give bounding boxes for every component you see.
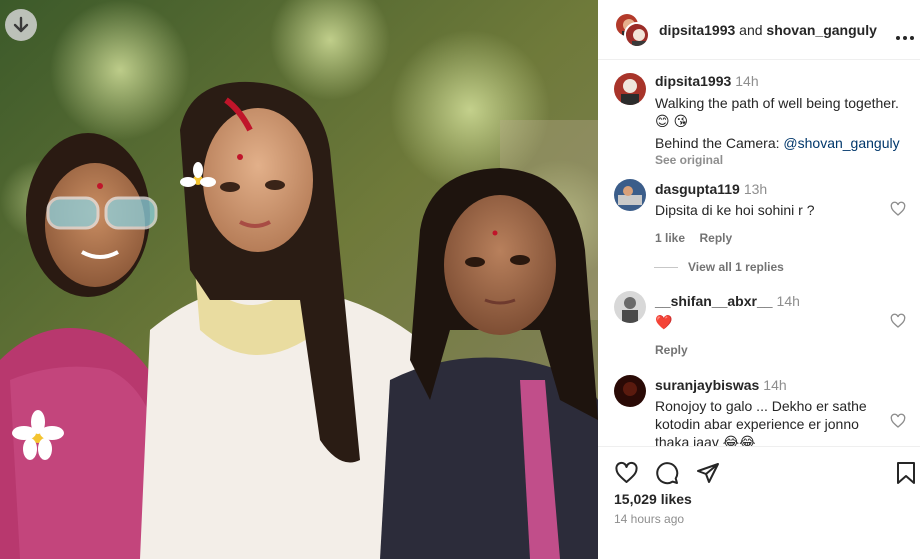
likes-count[interactable]: 15,029 likes [614,491,692,507]
post-side-panel: dipsita1993 and shovan_ganguly dipsita19… [598,0,920,559]
heart-outline-icon[interactable] [890,413,906,429]
comment-time: 13h [743,181,768,197]
comment-time: 14h [763,377,787,393]
caption-text: Walking the path of well being together. [655,95,899,111]
see-original-link[interactable]: See original [655,153,913,167]
reply-button[interactable]: Reply [655,343,688,357]
comment-text: Dipsita di ke hoi sohini r ? [655,202,815,218]
comment-username[interactable]: dasgupta119 [655,181,740,197]
comment-avatar[interactable] [614,291,646,323]
comment-username[interactable]: suranjaybiswas [655,377,759,393]
comment-text-line2: kotodin abar experience er jonno [655,416,859,432]
comment-avatar[interactable] [614,375,646,407]
heart-icon[interactable] [614,461,639,485]
post-photo[interactable] [0,0,598,559]
more-options-button[interactable] [896,28,914,46]
comment-text-line1: Ronojoy to galo ... Dekho er sathe [655,398,867,414]
coauthor-avatar[interactable] [624,22,650,48]
caption-emoji: 😊 😘 [655,113,689,129]
post-authors: dipsita1993 and shovan_ganguly [659,22,877,38]
comment-text-line3: thaka jaav 😂😂 [655,434,756,446]
comment-username[interactable]: __shifan__abxr__ [655,293,773,309]
caption-camera-label: Behind the Camera: [655,135,784,151]
comments-thread[interactable]: dipsita1993 14h Walking the path of well … [598,60,920,446]
comment-likes[interactable]: 1 like [655,231,685,245]
comment-time: 14h [776,293,800,309]
author-username[interactable]: dipsita1993 [659,22,735,38]
reply-button[interactable]: Reply [699,231,732,245]
comment-text: ❤️ [655,314,673,330]
download-button[interactable] [5,9,37,41]
photo-illustration [0,0,598,559]
caption-username[interactable]: dipsita1993 [655,73,731,89]
comment-icon[interactable] [655,461,679,485]
caption-avatar[interactable] [614,73,646,105]
bookmark-icon[interactable] [896,461,916,485]
caption-time: 14h [735,73,759,89]
coauthor-username[interactable]: shovan_ganguly [766,22,876,38]
send-icon[interactable] [696,461,720,485]
caption-mention[interactable]: @shovan_ganguly [783,135,899,151]
post-timestamp: 14 hours ago [614,512,685,526]
more-horizontal-icon [896,36,914,40]
comment-avatar[interactable] [614,179,646,211]
heart-outline-icon[interactable] [890,201,906,217]
heart-outline-icon[interactable] [890,313,906,329]
post-header: dipsita1993 and shovan_ganguly [598,0,920,60]
authors-joiner: and [739,22,763,38]
thread-line [654,267,678,269]
arrow-down-icon [13,16,29,33]
view-replies-link[interactable]: View all 1 replies [654,260,920,274]
